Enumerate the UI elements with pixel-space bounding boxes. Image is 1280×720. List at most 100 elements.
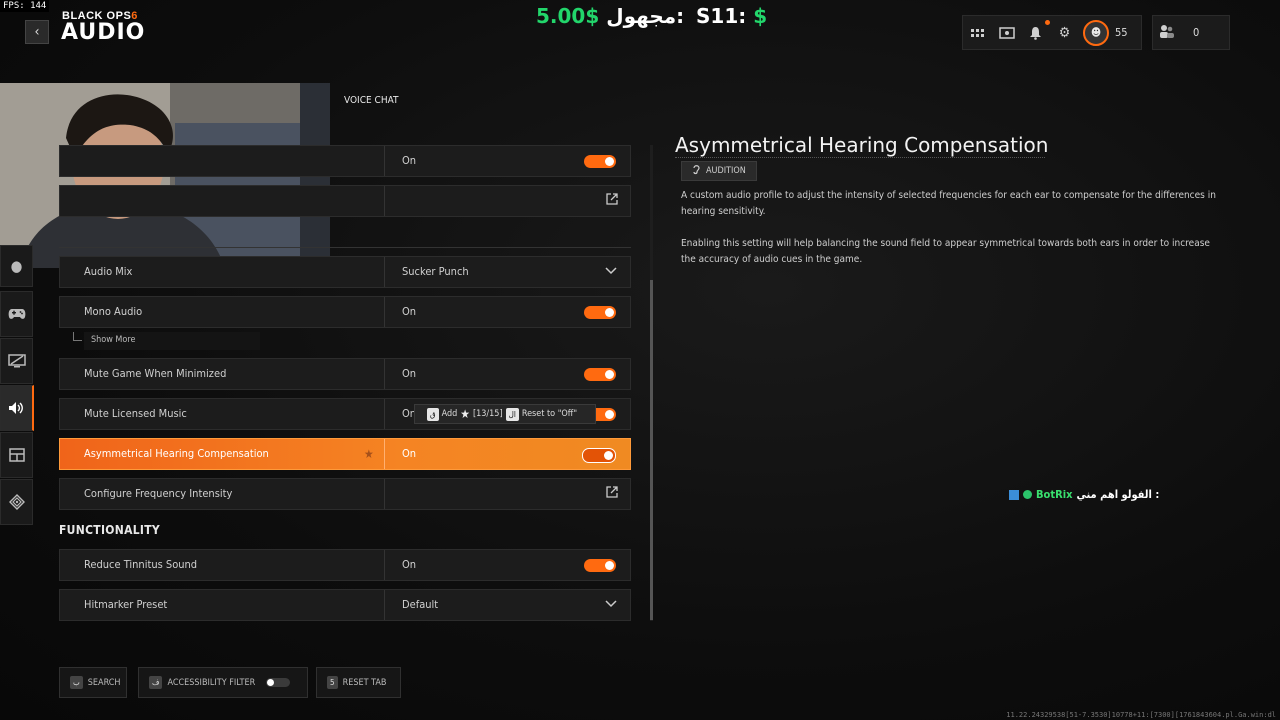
- setting-row-reduce-tinnitus[interactable]: Reduce Tinnitus Sound On: [59, 549, 631, 581]
- display-icon: [7, 354, 26, 368]
- setting-label: Mute Licensed Music: [84, 407, 187, 420]
- gear-icon[interactable]: ⚙: [1050, 16, 1079, 49]
- row-divider: [384, 399, 385, 429]
- interface-icon: [8, 448, 25, 462]
- search-button[interactable]: ب SEARCH: [59, 667, 127, 698]
- row-divider: [384, 479, 385, 509]
- toggle-switch[interactable]: [584, 368, 616, 381]
- row-divider: [384, 439, 385, 469]
- sidebar-item-controller[interactable]: [0, 291, 33, 337]
- star-icon: ★: [460, 407, 470, 421]
- detail-title: Asymmetrical Hearing Compensation: [675, 133, 1049, 157]
- tag-label: AUDITION: [706, 166, 746, 176]
- money-label: مجهول:: [606, 4, 685, 28]
- s11-label: S11:: [696, 4, 747, 28]
- chat-username: BotRix: [1036, 488, 1073, 501]
- toggle-switch[interactable]: [584, 559, 616, 572]
- scrollbar-thumb[interactable]: [650, 280, 653, 620]
- category-tag: AUDITION: [681, 161, 757, 181]
- setting-row-asymmetrical-hearing[interactable]: Asymmetrical Hearing Compensation ★ On: [59, 438, 631, 470]
- party-count: 0: [1193, 26, 1200, 39]
- ear-icon: [692, 164, 701, 178]
- section-heading: FUNCTIONALITY: [59, 523, 161, 537]
- sidebar-item-graphics[interactable]: [0, 338, 33, 384]
- detail-description: A custom audio profile to adjust the int…: [681, 190, 1216, 217]
- setting-value: On: [402, 367, 417, 380]
- key-hint: 5: [327, 676, 338, 689]
- setting-row-partial-link[interactable]: [59, 185, 631, 217]
- top-nav-bar: ⚙ ☻ 55: [962, 15, 1142, 50]
- tooltip-count: [13/15]: [472, 409, 503, 419]
- verified-icon: [1023, 490, 1032, 499]
- dot-icon: ●: [10, 257, 23, 275]
- row-divider: [384, 550, 385, 580]
- title-underline: [675, 157, 1045, 158]
- bot-badge-icon: [1009, 489, 1019, 500]
- money-value: 5.00$: [536, 4, 600, 28]
- page-title: AUDIO: [61, 20, 146, 45]
- star-icon[interactable]: ★: [364, 439, 374, 469]
- key-hint: ال: [505, 407, 519, 421]
- network-icon: [8, 494, 25, 510]
- row-divider: [384, 590, 385, 620]
- stream-overlay-s11: S11: $: [696, 4, 767, 28]
- setting-row-mute-minimized[interactable]: Mute Game When Minimized On: [59, 358, 631, 390]
- setting-row-configure-frequency[interactable]: Configure Frequency Intensity: [59, 478, 631, 510]
- setting-row-mono-audio[interactable]: Mono Audio On: [59, 296, 631, 328]
- setting-value: On: [402, 154, 417, 167]
- notification-dot: [1045, 20, 1050, 25]
- tab-voice-chat[interactable]: VOICE CHAT: [344, 95, 398, 106]
- sidebar-item-audio[interactable]: [0, 385, 34, 431]
- setting-label: Mono Audio: [84, 305, 143, 318]
- external-link-icon[interactable]: [606, 486, 618, 501]
- speaker-icon: [8, 402, 23, 414]
- setting-label: Mute Game When Minimized: [84, 367, 227, 380]
- reset-tab-button[interactable]: 5 RESET TAB: [316, 667, 401, 698]
- player-level: 55: [1115, 26, 1128, 39]
- map-icon[interactable]: [992, 16, 1021, 49]
- setting-value: On: [402, 558, 417, 571]
- fps-counter: FPS: 144: [0, 0, 50, 12]
- controller-icon: [8, 309, 25, 319]
- setting-value: Default: [402, 598, 439, 611]
- chevron-down-icon[interactable]: [604, 263, 618, 280]
- setting-label: Audio Mix: [84, 265, 133, 278]
- toggle-switch[interactable]: [584, 306, 616, 319]
- setting-label: Configure Frequency Intensity: [84, 487, 233, 500]
- detail-description-2: Enabling this setting will help balancin…: [681, 238, 1210, 265]
- sidebar-item-interface[interactable]: [0, 432, 33, 478]
- external-link-icon: [606, 193, 618, 208]
- tooltip-reset-label: Reset to "Off": [521, 409, 578, 419]
- build-info: 11.22.24329538[51-7.3530]10778+11:[7300]…: [1006, 711, 1276, 719]
- back-button[interactable]: ‹: [25, 20, 49, 44]
- grid-icon[interactable]: [963, 16, 992, 49]
- stream-chat-message: BotRix الفولو اهم مني :: [1009, 488, 1159, 501]
- row-divider: [384, 186, 385, 216]
- row-divider: [384, 257, 385, 287]
- sidebar-item-partial[interactable]: ●: [0, 245, 33, 287]
- setting-label: Hitmarker Preset: [84, 598, 168, 611]
- toggle-switch[interactable]: [584, 155, 616, 168]
- row-divider: [384, 146, 385, 176]
- setting-row-audio-mix[interactable]: Audio Mix Sucker Punch: [59, 256, 631, 288]
- filter-toggle[interactable]: [266, 678, 291, 687]
- filter-label: ACCESSIBILITY FILTER: [167, 677, 256, 688]
- party-icon: [1153, 24, 1181, 42]
- reset-tab-label: RESET TAB: [342, 677, 387, 688]
- chevron-left-icon: ‹: [34, 24, 40, 40]
- show-more-link[interactable]: Show More: [91, 335, 135, 345]
- sidebar-item-network[interactable]: [0, 479, 33, 525]
- s11-value: $: [753, 4, 768, 28]
- party-panel[interactable]: 0: [1152, 15, 1230, 50]
- key-hint: ق: [427, 407, 439, 421]
- toggle-switch[interactable]: [582, 448, 616, 463]
- chat-text: الفولو اهم مني :: [1076, 488, 1160, 501]
- setting-row-hitmarker-preset[interactable]: Hitmarker Preset Default: [59, 589, 631, 621]
- setting-row-partial-toggle[interactable]: On: [59, 145, 631, 177]
- tooltip-add-label: Add: [441, 409, 458, 419]
- setting-label: Asymmetrical Hearing Compensation: [84, 447, 269, 460]
- player-emblem-icon[interactable]: ☻: [1083, 19, 1109, 46]
- chevron-down-icon[interactable]: [604, 596, 618, 613]
- accessibility-filter-button[interactable]: ف ACCESSIBILITY FILTER: [138, 667, 308, 698]
- setting-label: Reduce Tinnitus Sound: [84, 558, 198, 571]
